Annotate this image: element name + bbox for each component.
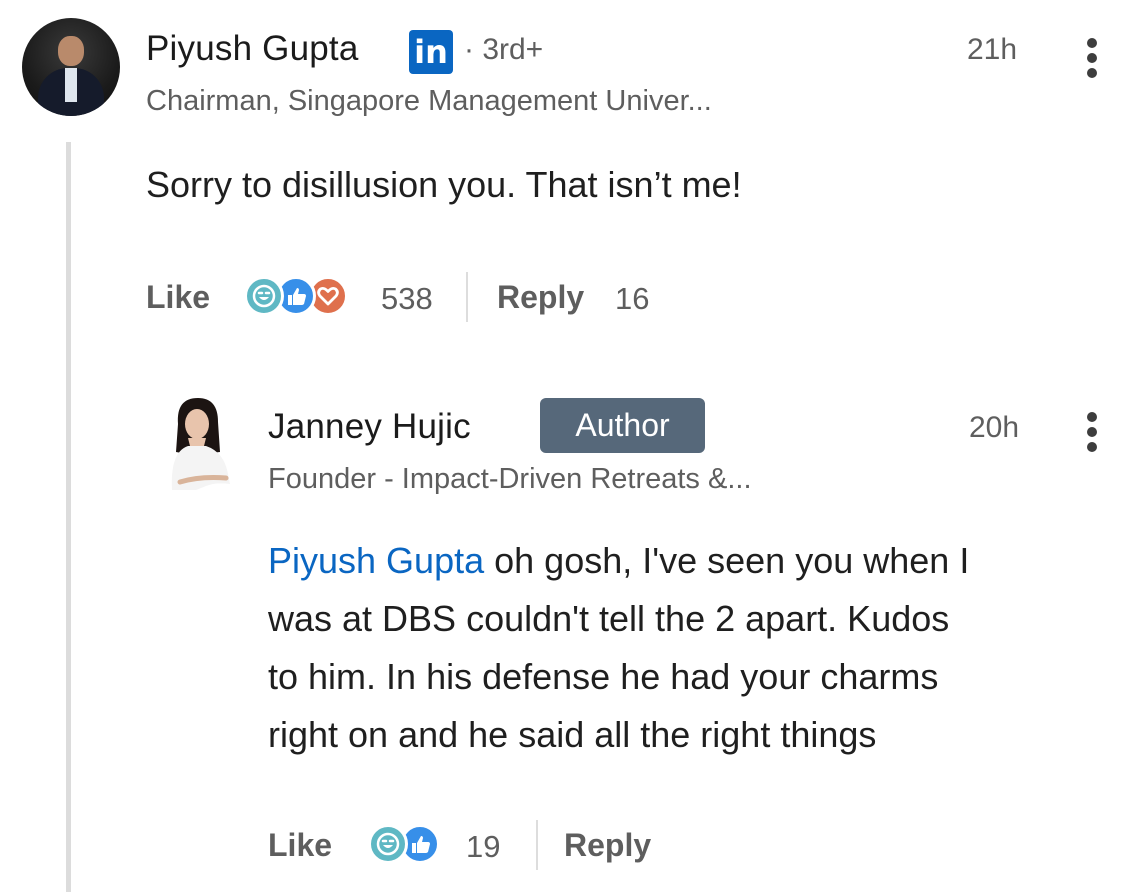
connection-degree: · 3rd+ — [464, 33, 544, 66]
dot — [1087, 412, 1097, 422]
more-options-icon[interactable] — [1087, 412, 1099, 457]
funny-icon — [368, 824, 408, 864]
reply-text-line: was at DBS couldn't tell the 2 apart. Ku… — [268, 598, 950, 639]
reply-author-headline: Founder - Impact-Driven Retreats &... — [268, 463, 752, 495]
reply-timestamp: 20h — [969, 411, 1020, 444]
linkedin-icon: in — [409, 30, 453, 74]
comment-author-headline: Chairman, Singapore Management Univer... — [146, 85, 712, 117]
reply-author-name[interactable]: Janney Hujic — [268, 407, 471, 447]
dot — [1087, 427, 1097, 437]
avatar-shirt — [65, 68, 77, 102]
author-badge: Author — [540, 398, 705, 453]
reply-avatar[interactable] — [166, 394, 236, 494]
comment-timestamp: 21h — [967, 33, 1018, 66]
comment-text: Sorry to disillusion you. That isn’t me! — [146, 164, 742, 205]
reply-button[interactable]: Reply — [497, 279, 584, 316]
more-options-icon[interactable] — [1087, 38, 1099, 83]
reactions-summary[interactable] — [244, 276, 364, 318]
avatar-face — [58, 36, 84, 66]
reply-text: Piyush Gupta oh gosh, I've seen you when… — [268, 532, 969, 764]
reply-text-line: to him. In his defense he had your charm… — [268, 656, 939, 697]
thread-line — [66, 142, 71, 892]
like-button[interactable]: Like — [146, 279, 210, 316]
reaction-count[interactable]: 19 — [466, 829, 500, 865]
dot — [1087, 53, 1097, 63]
reply-button[interactable]: Reply — [564, 827, 651, 864]
funny-icon — [244, 276, 284, 316]
avatar[interactable] — [22, 18, 120, 116]
reply-text-line: Piyush Gupta oh gosh, I've seen you when… — [268, 532, 969, 590]
comment-author-name[interactable]: Piyush Gupta — [146, 29, 359, 69]
like-button[interactable]: Like — [268, 827, 332, 864]
mention-link[interactable]: Piyush Gupta — [268, 540, 484, 581]
reply-count[interactable]: 16 — [615, 281, 649, 317]
dot — [1087, 68, 1097, 78]
reaction-count[interactable]: 538 — [381, 281, 433, 317]
dot — [1087, 38, 1097, 48]
divider — [466, 272, 468, 322]
divider — [536, 820, 538, 870]
reply-text-line: right on and he said all the right thing… — [268, 714, 877, 755]
reactions-summary[interactable] — [368, 824, 448, 866]
reply-text-segment: oh gosh, I've seen you when I — [484, 540, 970, 581]
dot — [1087, 442, 1097, 452]
